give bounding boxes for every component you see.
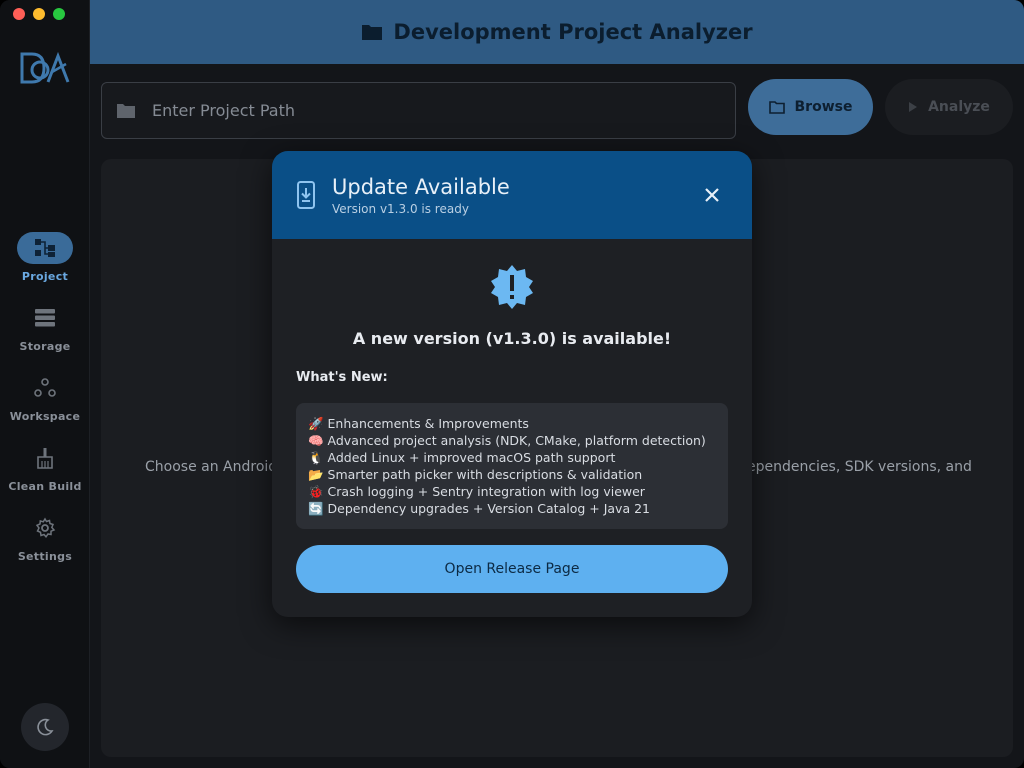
sidebar-item-project[interactable]: Project <box>0 232 90 302</box>
sidebar-item-settings[interactable]: Settings <box>0 512 90 582</box>
dialog-title: Update Available <box>332 174 510 199</box>
gear-icon <box>17 512 73 544</box>
whats-new-label: What's New: <box>296 370 388 385</box>
workspace-icon <box>17 372 73 404</box>
release-note-item: 🔄 Dependency upgrades + Version Catalog … <box>308 501 650 516</box>
analyze-label: Analyze <box>928 99 990 115</box>
app-logo <box>20 51 70 84</box>
storage-icon <box>17 302 73 334</box>
hierarchy-icon <box>17 232 73 264</box>
analyze-button[interactable]: Analyze <box>885 79 1013 135</box>
moon-icon <box>37 718 54 736</box>
close-icon <box>705 188 719 202</box>
folder-open-icon <box>768 100 785 114</box>
window-controls <box>13 8 65 20</box>
new-release-icon <box>491 265 533 309</box>
browse-label: Browse <box>794 99 853 115</box>
release-note-item: 🐞 Crash logging + Sentry integration wit… <box>308 484 645 499</box>
update-dialog: Update Available Version v1.3.0 is ready… <box>272 151 752 617</box>
page-title: Development Project Analyzer <box>393 20 753 44</box>
update-headline: A new version (v1.3.0) is available! <box>352 329 672 348</box>
project-path-field[interactable] <box>101 82 736 139</box>
theme-toggle-button[interactable] <box>21 703 69 751</box>
release-note-item: 📂 Smarter path picker with descriptions … <box>308 467 643 482</box>
folder-icon <box>117 103 135 118</box>
sidebar-item-clean-build[interactable]: Clean Build <box>0 442 90 512</box>
download-phone-icon <box>297 181 315 209</box>
play-icon <box>909 102 918 112</box>
sidebar-item-workspace[interactable]: Workspace <box>0 372 90 442</box>
sidebar-item-label: Settings <box>17 550 73 563</box>
sidebar-item-label: Storage <box>19 340 71 353</box>
minimize-window-button[interactable] <box>33 8 45 20</box>
project-path-input[interactable] <box>152 101 692 120</box>
open-release-page-button[interactable]: Open Release Page <box>296 545 728 593</box>
app-header: Development Project Analyzer <box>90 0 1024 64</box>
release-note-item: 🧠 Advanced project analysis (NDK, CMake,… <box>308 433 706 448</box>
sidebar: Project Storage Workspace Clean Build Se… <box>0 0 90 768</box>
empty-state-text: ependencies, SDK versions, and <box>747 459 972 475</box>
empty-state-text: Choose an Android <box>145 459 278 475</box>
close-window-button[interactable] <box>13 8 25 20</box>
sidebar-nav: Project Storage Workspace Clean Build Se… <box>0 232 90 582</box>
dialog-header: Update Available Version v1.3.0 is ready <box>272 151 752 239</box>
release-notes: 🚀 Enhancements & Improvements 🧠 Advanced… <box>296 403 728 529</box>
app-window: Project Storage Workspace Clean Build Se… <box>0 0 1024 768</box>
dialog-subtitle: Version v1.3.0 is ready <box>332 201 469 216</box>
release-note-item: 🚀 Enhancements & Improvements <box>308 416 529 431</box>
browse-button[interactable]: Browse <box>748 79 873 135</box>
sidebar-item-storage[interactable]: Storage <box>0 302 90 372</box>
close-dialog-button[interactable] <box>702 185 722 205</box>
maximize-window-button[interactable] <box>53 8 65 20</box>
folder-icon <box>362 25 383 40</box>
sidebar-item-label: Project <box>21 270 69 283</box>
sidebar-item-label: Workspace <box>9 410 81 423</box>
broom-icon <box>17 442 73 474</box>
sidebar-item-label: Clean Build <box>8 480 82 493</box>
release-note-item: 🐧 Added Linux + improved macOS path supp… <box>308 450 616 465</box>
